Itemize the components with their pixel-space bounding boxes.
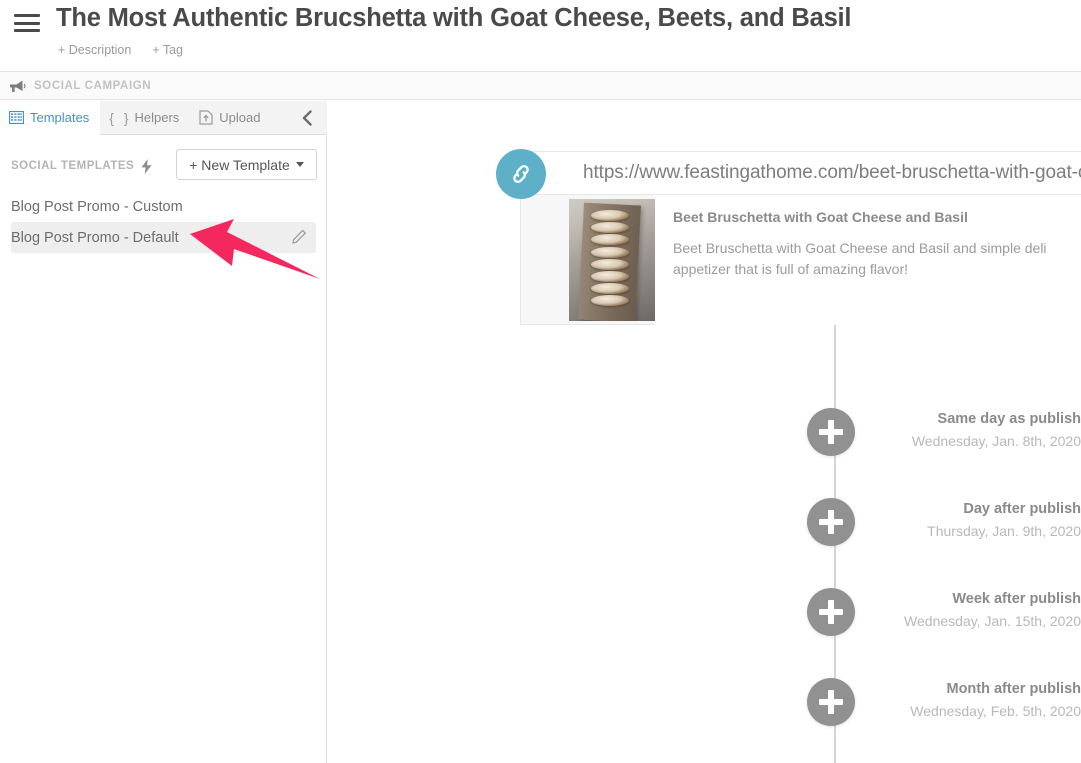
hamburger-icon[interactable] xyxy=(14,12,40,34)
template-name: Blog Post Promo - Custom xyxy=(11,198,183,215)
new-template-button[interactable]: + New Template xyxy=(176,149,317,180)
tab-helpers[interactable]: { } Helpers xyxy=(100,101,190,135)
tab-templates[interactable]: Templates xyxy=(0,100,101,135)
page-meta-row: + Description + Tag xyxy=(58,43,183,57)
preview-description: Beet Bruschetta with Goat Cheese and Bas… xyxy=(673,240,1047,277)
add-post-button[interactable] xyxy=(807,408,855,456)
social-campaign-bar[interactable]: SOCIAL CAMPAIGN xyxy=(0,72,1081,100)
grid-template-icon xyxy=(9,111,24,124)
add-tag-link[interactable]: + Tag xyxy=(152,43,183,57)
hamburger-bar xyxy=(14,14,40,17)
tab-upload[interactable]: Upload xyxy=(190,101,271,135)
chevron-left-icon[interactable] xyxy=(298,109,316,127)
tab-helpers-label: Helpers xyxy=(134,110,180,125)
upload-document-icon xyxy=(199,110,213,125)
social-templates-section-row: SOCIAL TEMPLATES + New Template xyxy=(0,145,327,187)
tab-templates-label: Templates xyxy=(30,110,90,125)
add-description-link[interactable]: + Description xyxy=(58,43,131,57)
list-item[interactable]: Blog Post Promo - Default xyxy=(11,222,316,253)
left-panel: Templates { } Helpers Upload SOCIAL TEMP… xyxy=(0,100,327,763)
curly-braces-icon: { } xyxy=(109,109,132,126)
add-post-button[interactable] xyxy=(807,678,855,726)
tab-upload-label: Upload xyxy=(219,110,261,125)
hamburger-bar xyxy=(14,21,40,25)
bruschetta-piece xyxy=(591,258,630,270)
social-campaign-label: SOCIAL CAMPAIGN xyxy=(34,79,152,92)
preview-title: Beet Bruschetta with Goat Cheese and Bas… xyxy=(673,209,968,225)
main-canvas: https://www.feastingathome.com/beet-brus… xyxy=(328,101,1081,763)
panel-tab-strip: Templates { } Helpers Upload xyxy=(0,100,327,135)
template-list: Blog Post Promo - Custom Blog Post Promo… xyxy=(0,191,327,253)
add-post-button[interactable] xyxy=(807,498,855,546)
page-title: The Most Authentic Brucshetta with Goat … xyxy=(56,4,852,32)
bruschetta-piece xyxy=(591,209,630,221)
plus-icon xyxy=(828,420,834,444)
template-name: Blog Post Promo - Default xyxy=(11,229,179,246)
new-template-label: + New Template xyxy=(189,156,290,173)
bruschetta-piece xyxy=(591,246,630,258)
megaphone-icon xyxy=(8,79,26,93)
social-templates-heading: SOCIAL TEMPLATES xyxy=(11,160,135,172)
url-bar[interactable]: https://www.feastingathome.com/beet-brus… xyxy=(520,151,1081,195)
link-preview-card[interactable]: Beet Bruschetta with Goat Cheese and Bas… xyxy=(520,195,1081,325)
bruschetta-piece xyxy=(591,270,630,282)
plus-icon xyxy=(828,510,834,534)
add-post-button[interactable] xyxy=(807,588,855,636)
url-text: https://www.feastingathome.com/beet-brus… xyxy=(583,162,1081,183)
chain-link-icon[interactable] xyxy=(496,149,546,199)
preview-body: Beet Bruschetta with Goat Cheese and Bas… xyxy=(655,195,1081,325)
hamburger-bar xyxy=(14,29,40,32)
pencil-icon[interactable] xyxy=(291,229,307,245)
lightning-bolt-icon xyxy=(141,158,152,174)
top-header: The Most Authentic Brucshetta with Goat … xyxy=(0,0,1081,72)
chevron-down-icon xyxy=(295,162,304,167)
thumbnail-art xyxy=(569,199,655,321)
plus-icon xyxy=(828,690,834,714)
list-item[interactable]: Blog Post Promo - Custom xyxy=(11,191,316,222)
preview-thumbnail xyxy=(569,199,655,321)
plus-icon xyxy=(828,600,834,624)
